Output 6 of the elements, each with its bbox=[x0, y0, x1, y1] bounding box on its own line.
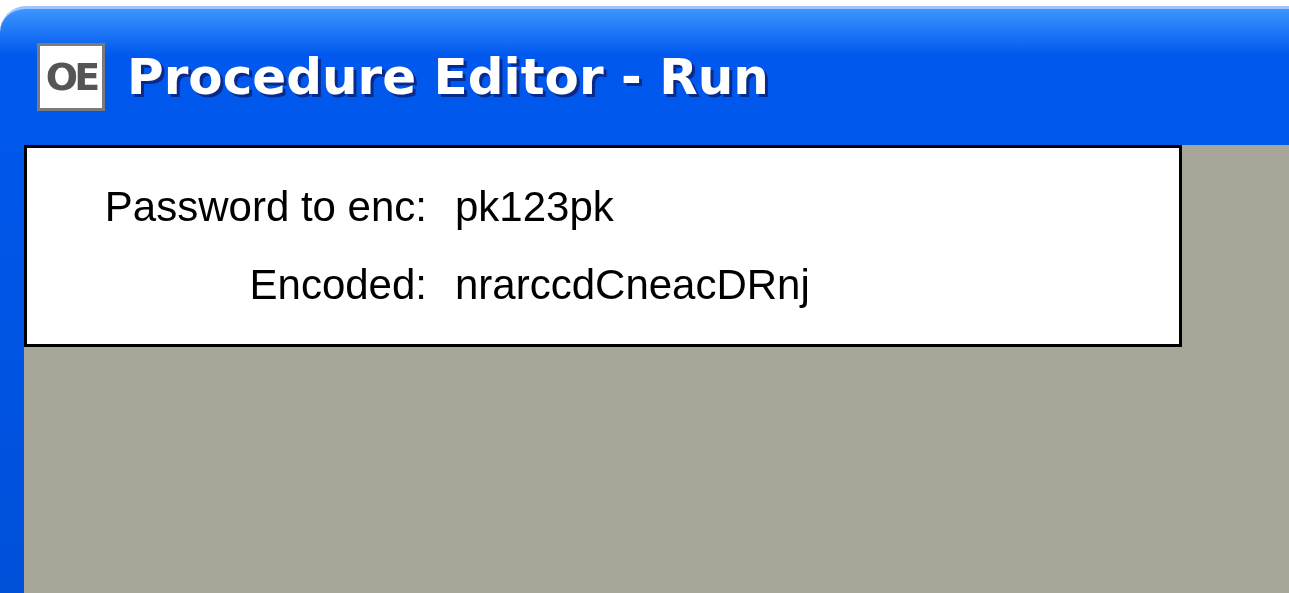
field-value: nrarccdCneacDRnj bbox=[455, 261, 811, 309]
field-label: Password to enc: bbox=[104, 183, 427, 231]
app-icon: OE bbox=[37, 43, 105, 111]
field-value: pk123pk bbox=[455, 183, 615, 231]
field-label: Encoded: bbox=[249, 261, 427, 309]
window-title: Procedure Editor - Run bbox=[127, 48, 769, 106]
